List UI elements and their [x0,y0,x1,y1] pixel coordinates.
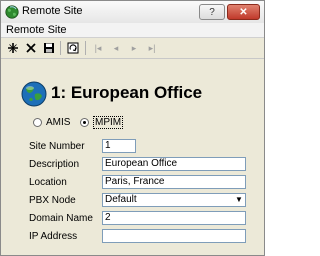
form-caption: Remote Site [6,24,67,36]
description-field[interactable]: European Office [102,157,246,171]
add-button[interactable] [5,40,21,56]
last-record-button[interactable]: ▸| [144,40,160,56]
delete-icon [26,43,36,53]
globe-icon [5,5,19,19]
title-bar[interactable]: Remote Site ? ✕ [1,1,264,24]
amis-radio-option[interactable]: AMIS [33,116,70,128]
globe-icon [21,81,47,107]
delete-button[interactable] [23,40,39,56]
help-icon: ? [209,6,215,18]
window-title: Remote Site [22,5,83,17]
toolbar-separator [60,41,61,55]
location-field[interactable]: Paris, France [102,175,246,189]
previous-record-icon: ◂ [113,42,119,53]
add-icon [8,43,18,53]
record-panel: 1: European Office AMIS MPIM Site Number… [1,59,264,255]
pbx-node-value: Default [105,194,137,205]
site-number-field[interactable]: 1 [102,139,136,153]
toolbar: |◂ ◂ ▸ ▸| [1,38,264,59]
mpim-label: MPIM [93,115,124,129]
close-button[interactable]: ✕ [227,4,260,20]
ip-address-label: IP Address [29,231,78,242]
domain-name-field[interactable]: 2 [102,211,246,225]
pbx-node-label: PBX Node [29,195,76,206]
first-record-button[interactable]: |◂ [90,40,106,56]
help-button[interactable]: ? [199,4,225,20]
remote-site-window: Remote Site ? ✕ Remote Site |◂ ◂ ▸ ▸| 1:… [0,0,265,256]
refresh-button[interactable] [65,40,81,56]
form-caption-bar: Remote Site [1,23,264,38]
amis-radio[interactable] [33,117,42,127]
previous-record-button[interactable]: ◂ [108,40,124,56]
site-number-label: Site Number [29,141,85,152]
ip-address-field[interactable] [102,229,246,243]
save-icon [44,43,54,53]
mpim-radio[interactable] [80,117,89,127]
close-icon: ✕ [239,6,248,18]
toolbar-separator [85,41,86,55]
description-label: Description [29,159,80,170]
pbx-node-select[interactable]: Default ▼ [102,193,246,207]
next-record-icon: ▸ [131,42,137,53]
next-record-button[interactable]: ▸ [126,40,142,56]
first-record-icon: |◂ [94,42,102,53]
chevron-down-icon[interactable]: ▼ [234,195,244,205]
location-label: Location [29,177,67,188]
last-record-icon: ▸| [148,42,156,53]
mpim-radio-option[interactable]: MPIM [80,115,124,129]
record-heading: 1: European Office [51,83,203,102]
domain-name-label: Domain Name [29,213,93,224]
amis-label: AMIS [46,116,71,128]
refresh-icon [67,42,79,54]
save-button[interactable] [41,40,57,56]
